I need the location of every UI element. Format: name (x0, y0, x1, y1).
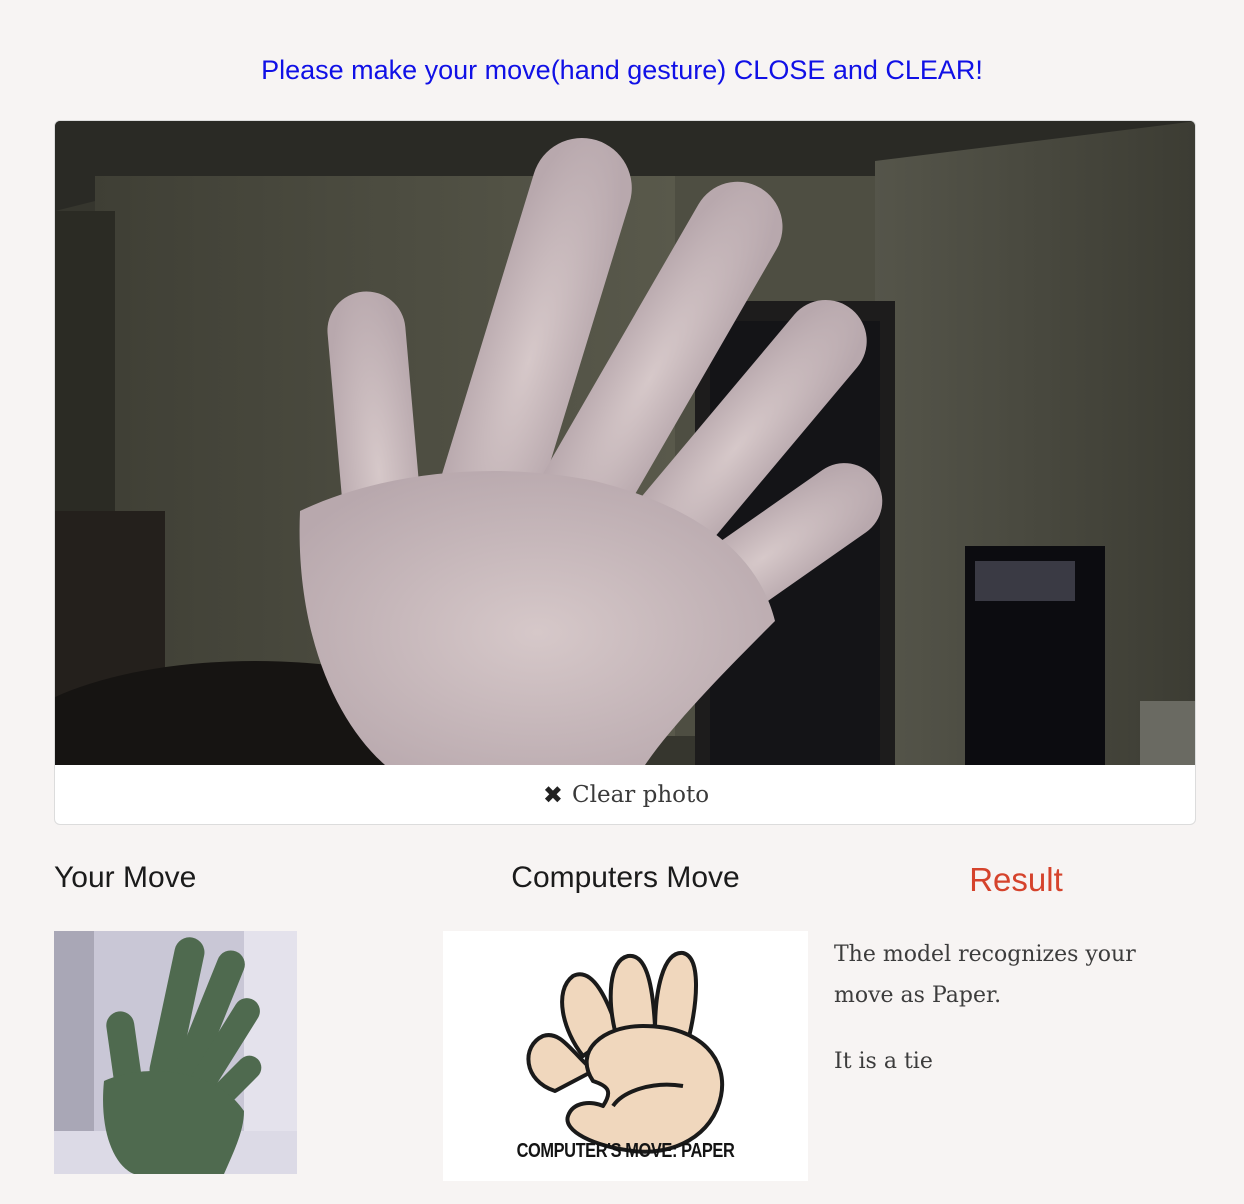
outcome-text: It is a tie (834, 1049, 933, 1074)
camera-card: ✖ Clear photo (54, 120, 1196, 825)
your-move-image (54, 931, 297, 1174)
your-move-heading: Your Move (54, 861, 197, 894)
computer-move-heading: Computers Move (511, 861, 740, 894)
result-text: The model recognizes your move as Paper.… (834, 934, 1174, 1107)
clear-photo-label: Clear photo (572, 782, 710, 808)
result-heading: Result (969, 861, 1063, 898)
webcam-photo (55, 121, 1195, 765)
close-icon: ✖ (542, 781, 564, 809)
clear-photo-button[interactable]: ✖ Clear photo (55, 765, 1195, 824)
computer-move-caption: COMPUTER'S MOVE: PAPER (516, 1140, 735, 1162)
instruction-text: Please make your move(hand gesture) CLOS… (261, 55, 983, 85)
recognition-text: The model recognizes your move as Paper. (834, 942, 1136, 1008)
